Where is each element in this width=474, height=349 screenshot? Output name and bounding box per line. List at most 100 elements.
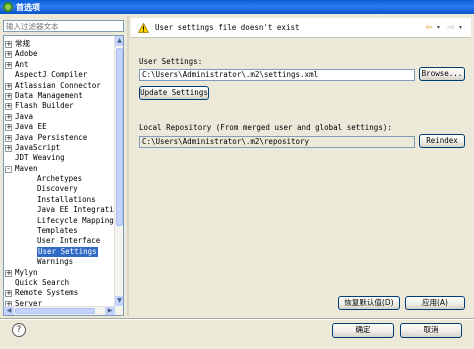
back-dropdown-icon[interactable]: ▾ (437, 23, 443, 33)
tree-item-label: User Interface (37, 236, 101, 246)
help-icon[interactable]: ? (12, 323, 26, 337)
tree-item[interactable]: Java EE Integratio (4, 205, 118, 215)
right-panel: User settings file doesn't exist ⇦ ▾ ⇨ ▾… (131, 16, 471, 316)
message-text: User settings file doesn't exist (155, 23, 300, 32)
tree-item-label: Remote Systems (15, 288, 79, 298)
tree-item-label: Discovery (37, 184, 78, 194)
expand-icon[interactable]: + (5, 134, 12, 142)
scroll-thumb[interactable] (116, 48, 123, 226)
tree-item-label: Mylyn (15, 267, 38, 277)
scroll-left-icon[interactable]: ◀ (4, 307, 14, 315)
tree-item[interactable]: + Data Management (4, 91, 114, 101)
expand-icon[interactable]: + (5, 113, 12, 121)
tree-item-label: Java EE (15, 122, 47, 132)
tree-item-label: User Settings (37, 246, 98, 258)
tree-item[interactable]: Warnings (4, 257, 114, 267)
tree-item[interactable]: + Adobe (4, 49, 114, 59)
user-settings-label: User Settings: (139, 57, 203, 66)
apply-button[interactable]: 应用(A) (405, 296, 465, 310)
local-repository-field[interactable]: C:\Users\Administrator\.m2\repository (139, 136, 415, 148)
navigation-buttons: ⇦ ▾ ⇨ ▾ (423, 23, 465, 33)
tree-item-label: Flash Builder (15, 101, 74, 111)
tree-item-label: JDT Weaving (15, 153, 65, 163)
forward-dropdown-icon[interactable]: ▾ (459, 23, 465, 33)
update-settings-button[interactable]: Update Settings (139, 86, 209, 100)
tree-item[interactable]: + Ant (4, 60, 114, 70)
scroll-down-icon[interactable]: ▼ (115, 296, 123, 306)
tree-item-label: Lifecycle Mappings (37, 215, 119, 225)
tree-item-label: JavaScript (15, 142, 61, 152)
expand-icon[interactable]: + (5, 92, 12, 100)
left-panel: +常规+Adobe+AntAspectJ Compiler+Atlassian … (3, 16, 124, 316)
tree-item[interactable]: - Maven (4, 164, 114, 174)
expand-icon[interactable]: + (5, 61, 12, 69)
scroll-right-icon[interactable]: ▶ (105, 307, 115, 315)
tree-item[interactable]: + Java Persistence (4, 133, 114, 143)
forward-arrow-icon[interactable]: ⇨ (445, 23, 457, 33)
tree-list: + 常规 + Adobe + Ant AspectJ Compiler + Atlassian … (4, 39, 118, 309)
preference-tree: + 常规 + Adobe + Ant AspectJ Compiler + Atlassian … (3, 35, 124, 316)
cancel-button[interactable]: 取消 (400, 323, 462, 338)
tree-vertical-scrollbar[interactable]: ▲ ▼ (114, 36, 123, 315)
tree-item[interactable]: + Mylyn (4, 268, 114, 278)
tree-item-label: Ant (15, 59, 29, 69)
tree-item-label: AspectJ Compiler (15, 70, 88, 80)
tree-item[interactable]: + 常规 (4, 39, 114, 49)
collapse-icon[interactable]: - (5, 165, 12, 173)
tree-item[interactable]: + Java EE (4, 122, 114, 132)
tree-item[interactable]: User Interface (4, 236, 114, 246)
tree-item[interactable]: + Atlassian Connector (4, 81, 114, 91)
tree-item-label: Templates (37, 226, 78, 236)
app-icon (3, 2, 13, 12)
panel-sash[interactable] (127, 16, 129, 316)
tree-item[interactable]: JDT Weaving (4, 153, 114, 163)
tree-item-label: 常规 (15, 39, 30, 48)
tree-item[interactable]: Lifecycle Mappings (4, 216, 118, 226)
tree-item-label: Adobe (15, 49, 38, 59)
expand-icon[interactable]: + (5, 290, 12, 298)
window-title: 首选项 (16, 2, 40, 12)
tree-item-label: Installations (37, 194, 96, 204)
tree-item-label: Archetypes (37, 174, 83, 184)
back-arrow-icon[interactable]: ⇦ (423, 23, 435, 33)
tree-item[interactable]: + Java (4, 112, 114, 122)
expand-icon[interactable]: + (5, 144, 12, 152)
tree-item[interactable]: + Remote Systems (4, 288, 114, 298)
tree-item-label: Java Persistence (15, 132, 88, 142)
expand-icon[interactable]: + (5, 269, 12, 277)
expand-icon[interactable]: + (5, 82, 12, 90)
local-repository-label: Local Repository (From merged user and g… (139, 123, 392, 132)
scroll-up-icon[interactable]: ▲ (115, 36, 123, 46)
expand-icon[interactable]: + (5, 103, 12, 111)
expand-icon[interactable]: + (5, 41, 12, 48)
browse-button[interactable]: Browse... (419, 67, 465, 81)
message-bar: User settings file doesn't exist ⇦ ▾ ⇨ ▾ (131, 18, 471, 38)
tree-item-label: Java EE Integratio (37, 205, 119, 215)
tree-item-label: Atlassian Connector (15, 80, 101, 90)
tree-item-label: Java (15, 111, 34, 121)
tree-item[interactable]: User Settings (4, 246, 114, 258)
tree-item[interactable]: Quick Search (4, 278, 114, 288)
tree-item-label: Maven (15, 163, 38, 173)
tree-item[interactable]: Archetypes (4, 174, 114, 184)
tree-item-label: Warnings (37, 257, 74, 267)
title-bar: 首选项 (0, 0, 474, 14)
tree-item-label: Data Management (15, 90, 83, 100)
tree-horizontal-scrollbar[interactable]: ◀ ▶ (4, 306, 115, 315)
warning-icon (138, 22, 149, 33)
tree-item-label: Quick Search (15, 277, 70, 287)
tree-item[interactable]: + JavaScript (4, 143, 114, 153)
tree-item[interactable]: + Flash Builder (4, 101, 114, 111)
scroll-thumb-horizontal[interactable] (15, 308, 95, 314)
reindex-button[interactable]: Reindex (419, 134, 465, 148)
tree-item[interactable]: Installations (4, 195, 114, 205)
expand-icon[interactable]: + (5, 124, 12, 132)
expand-icon[interactable]: + (5, 51, 12, 59)
ok-button[interactable]: 确定 (332, 323, 394, 338)
restore-defaults-button[interactable]: 恢复默认值(D) (338, 296, 400, 310)
user-settings-field[interactable]: C:\Users\Administrator\.m2\settings.xml (139, 69, 415, 81)
tree-item[interactable]: AspectJ Compiler (4, 70, 114, 80)
tree-item[interactable]: Discovery (4, 184, 114, 194)
filter-input[interactable] (3, 20, 124, 32)
tree-item[interactable]: Templates (4, 226, 114, 236)
